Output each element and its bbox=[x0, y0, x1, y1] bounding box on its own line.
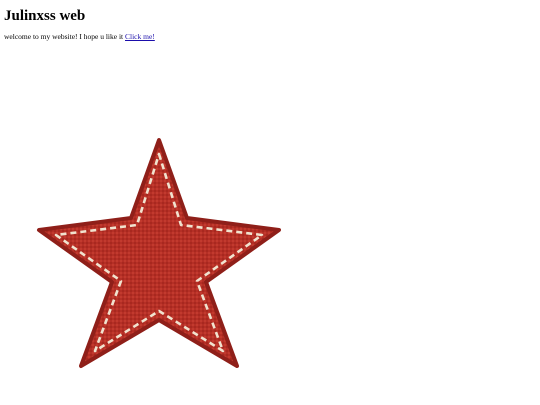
intro-text: welcome to my website! I hope u like it bbox=[4, 32, 126, 41]
star-icon bbox=[37, 138, 281, 368]
star-shape bbox=[37, 138, 281, 368]
page-title: Julinxss web bbox=[4, 8, 86, 24]
click-me-link[interactable]: Click me! bbox=[125, 32, 155, 41]
intro-paragraph: welcome to my website! I hope u like it … bbox=[4, 32, 155, 42]
